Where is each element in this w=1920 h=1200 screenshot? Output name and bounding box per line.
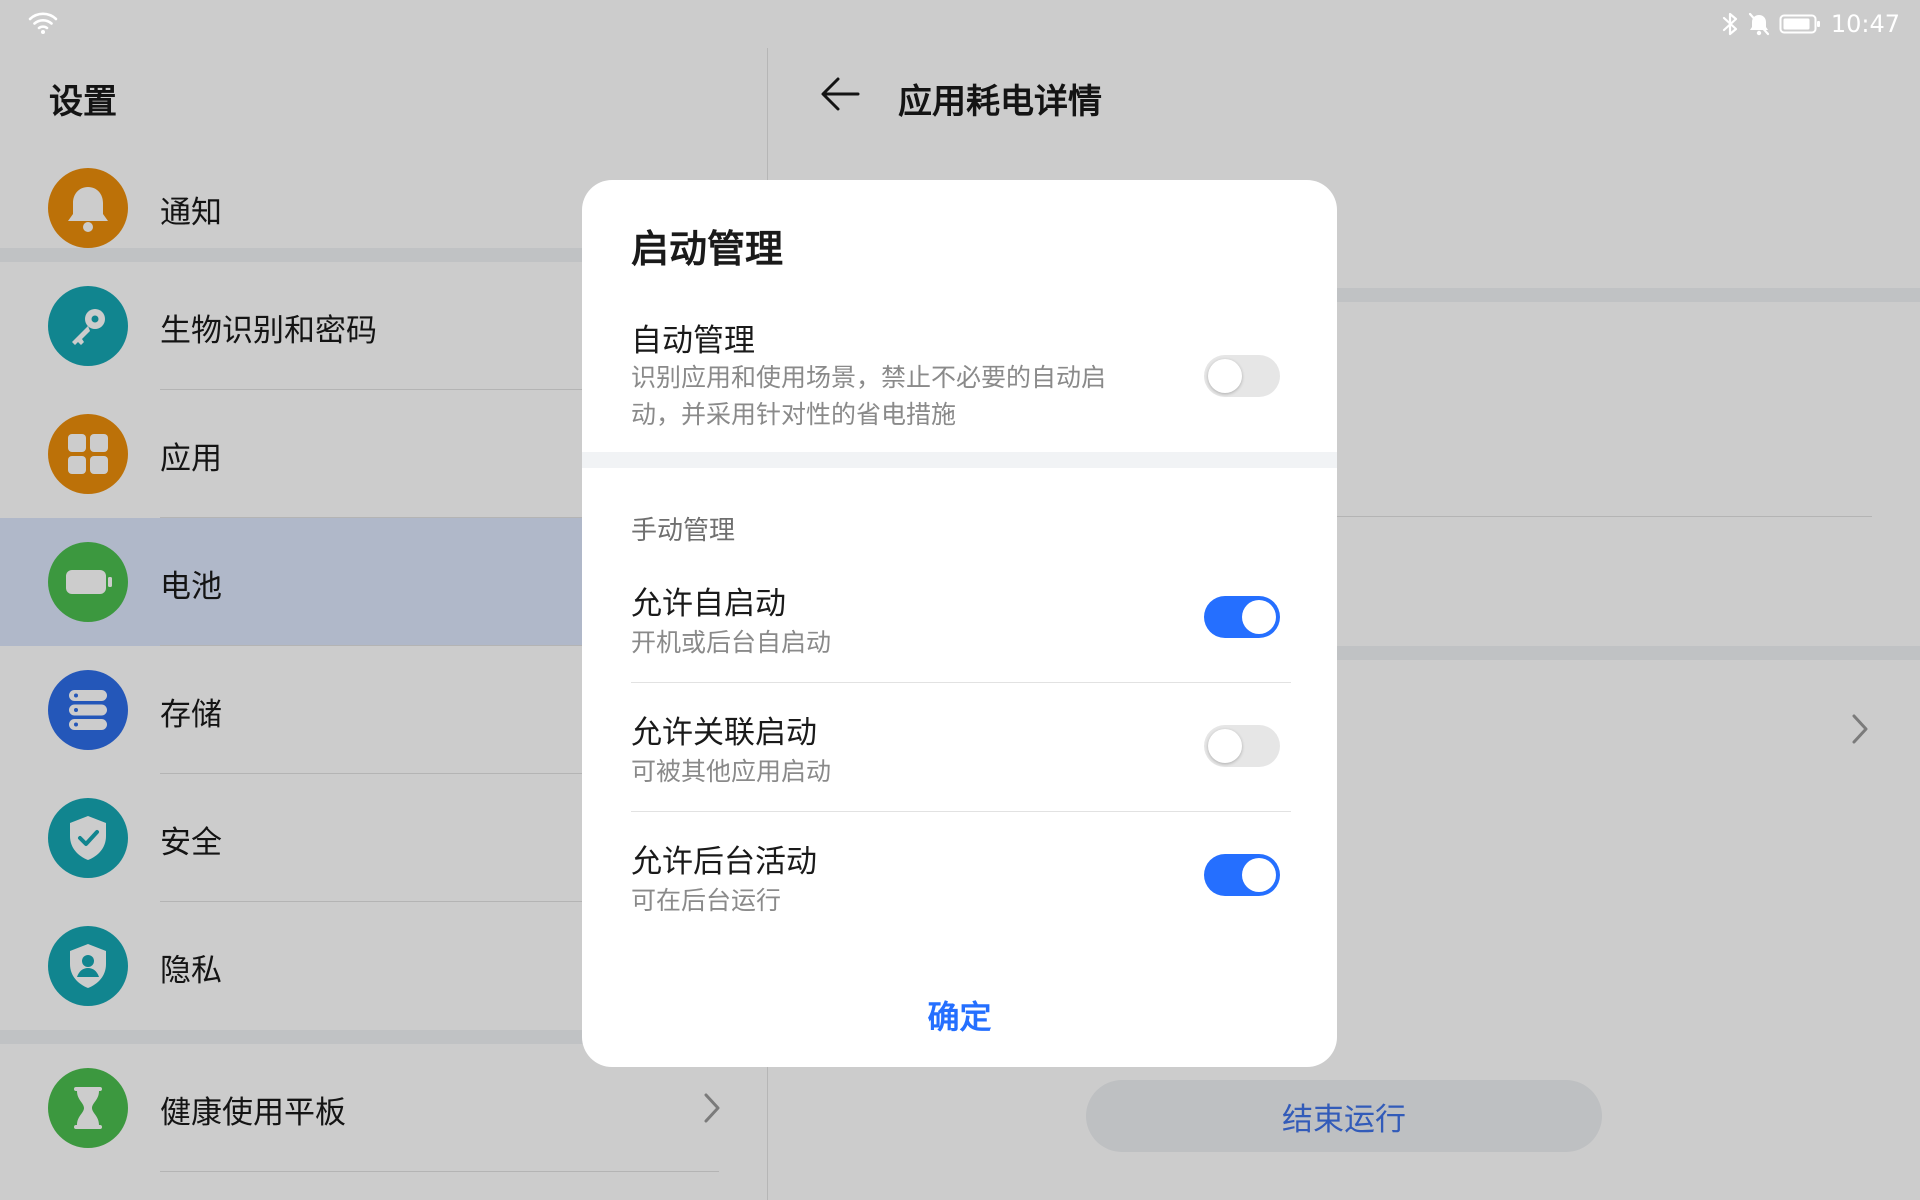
- divider: [631, 811, 1291, 812]
- toggle-knob: [1242, 600, 1276, 634]
- battery-icon: [1779, 14, 1820, 34]
- auto-manage-title: 自动管理: [631, 323, 755, 359]
- toggle-knob: [1208, 729, 1242, 763]
- auto-manage-toggle[interactable]: [1204, 355, 1280, 397]
- auto-manage-desc-2: 动，并采用针对性的省电措施: [631, 400, 957, 429]
- toggle-knob: [1208, 359, 1242, 393]
- allow-auto-launch-title: 允许自启动: [631, 586, 786, 622]
- section-gap: [582, 452, 1337, 468]
- allow-auto-launch-desc: 开机或后台自启动: [631, 628, 832, 657]
- auto-manage-desc-1: 识别应用和使用场景，禁止不必要的自动启: [631, 363, 1107, 392]
- status-bar: 10:47: [0, 0, 1920, 48]
- allow-background-activity-toggle[interactable]: [1204, 854, 1280, 896]
- notifications-off-icon: [1748, 12, 1769, 36]
- screen: 设置 通知 生物识别和密码 应用 电池 存储 安全 隐私 健康使用平板 应用耗电…: [0, 0, 1920, 1200]
- divider: [631, 682, 1291, 683]
- confirm-button[interactable]: 确定: [582, 980, 1337, 1050]
- wifi-icon: [28, 12, 58, 34]
- toggle-knob: [1242, 858, 1276, 892]
- startup-management-dialog: 启动管理 自动管理 识别应用和使用场景，禁止不必要的自动启 动，并采用针对性的省…: [582, 180, 1337, 1067]
- status-icons: 10:47: [1721, 9, 1900, 39]
- allow-associated-launch-desc: 可被其他应用启动: [631, 757, 832, 786]
- allow-associated-launch-toggle[interactable]: [1204, 725, 1280, 767]
- clock: 10:47: [1830, 10, 1900, 38]
- bluetooth-icon: [1722, 12, 1737, 36]
- allow-background-activity-title: 允许后台活动: [631, 844, 817, 880]
- allow-associated-launch-title: 允许关联启动: [631, 715, 817, 751]
- dialog-title: 启动管理: [631, 227, 784, 271]
- allow-background-activity-desc: 可在后台运行: [631, 886, 782, 915]
- manual-manage-header: 手动管理: [631, 516, 736, 546]
- allow-auto-launch-toggle[interactable]: [1204, 596, 1280, 638]
